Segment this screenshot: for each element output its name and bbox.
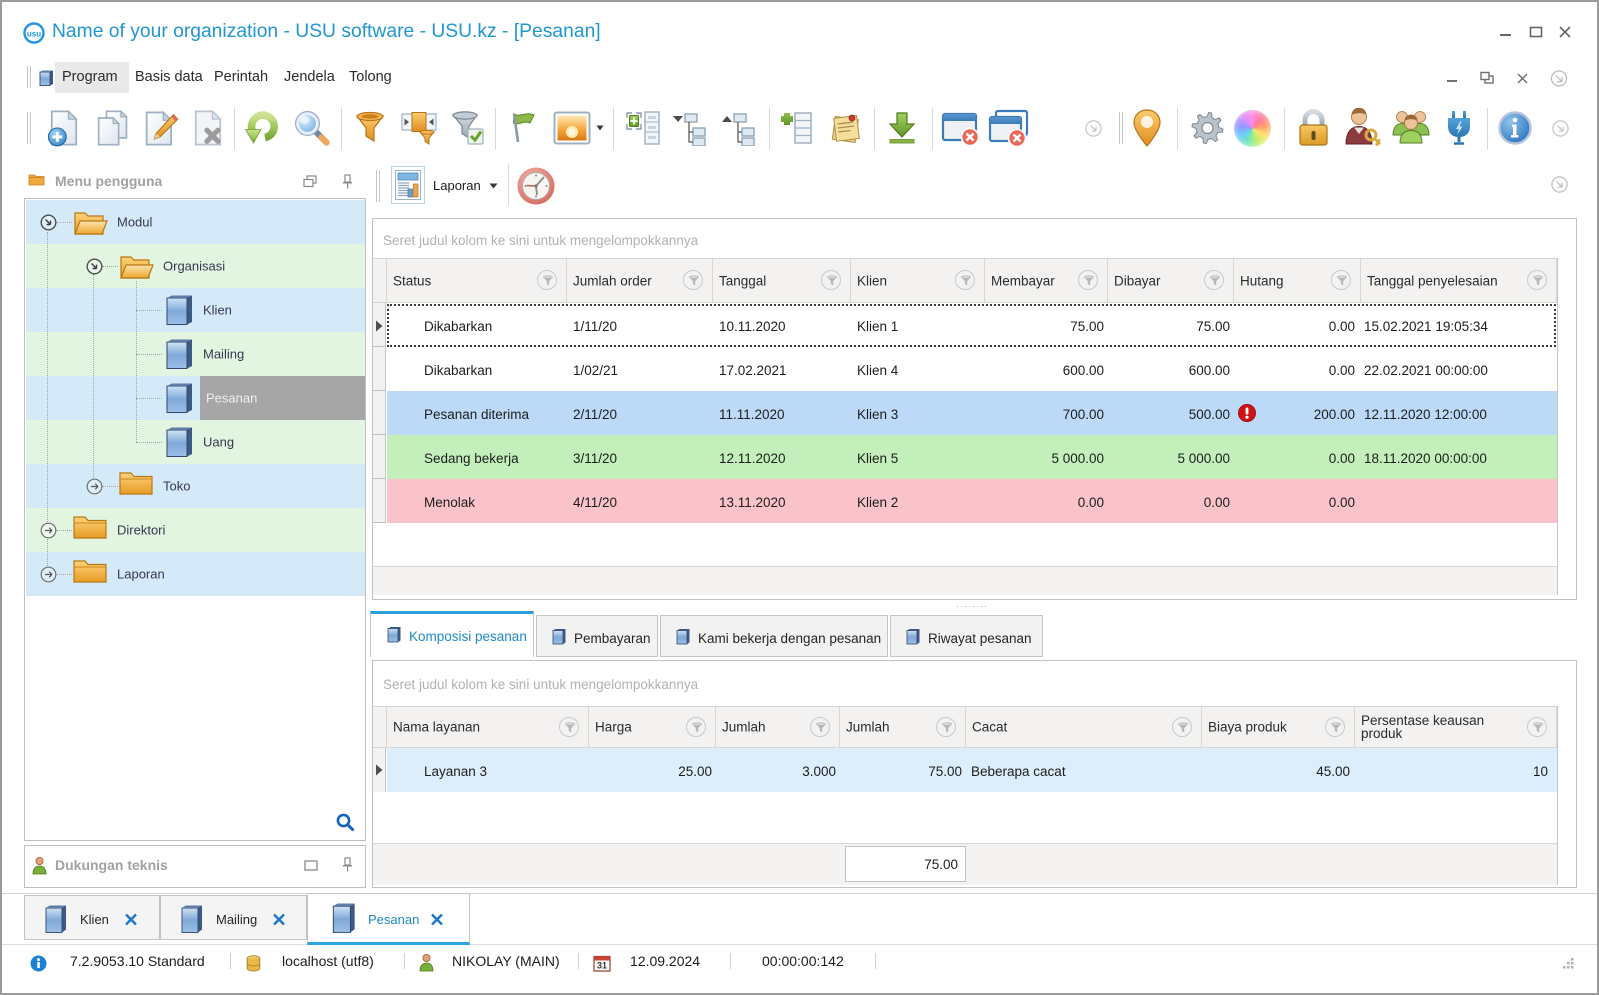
svg-text:usu: usu — [27, 30, 41, 39]
svg-text:31: 31 — [597, 961, 607, 971]
